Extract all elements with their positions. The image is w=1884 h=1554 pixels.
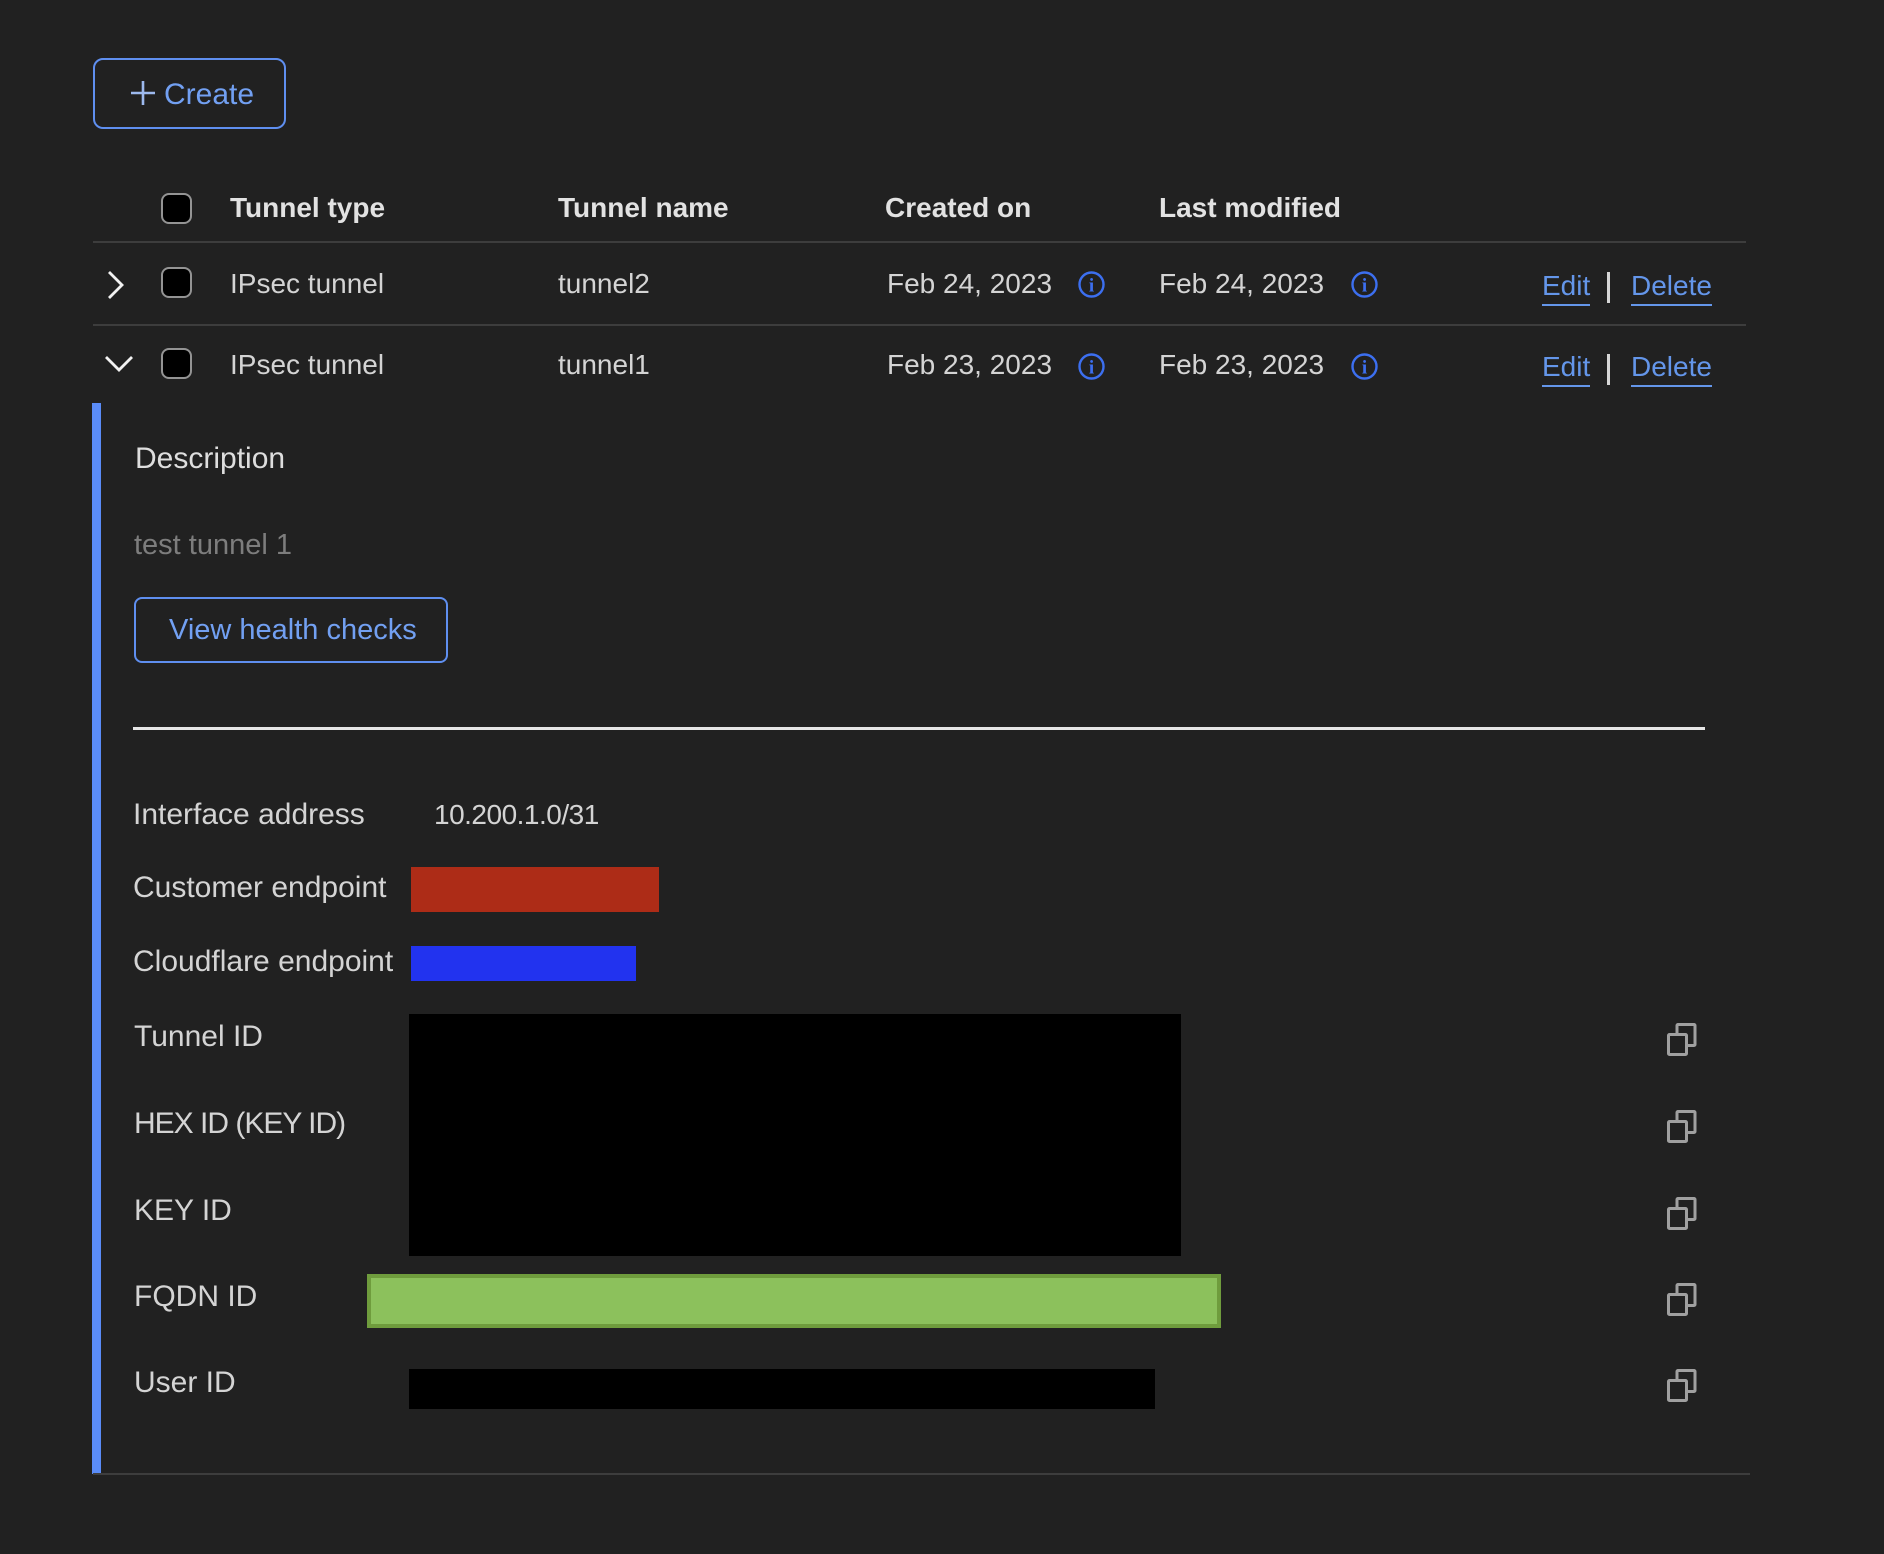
- svg-text:i: i: [1362, 276, 1367, 297]
- svg-text:i: i: [1362, 358, 1367, 379]
- svg-text:i: i: [1089, 358, 1094, 379]
- svg-text:i: i: [1089, 276, 1094, 297]
